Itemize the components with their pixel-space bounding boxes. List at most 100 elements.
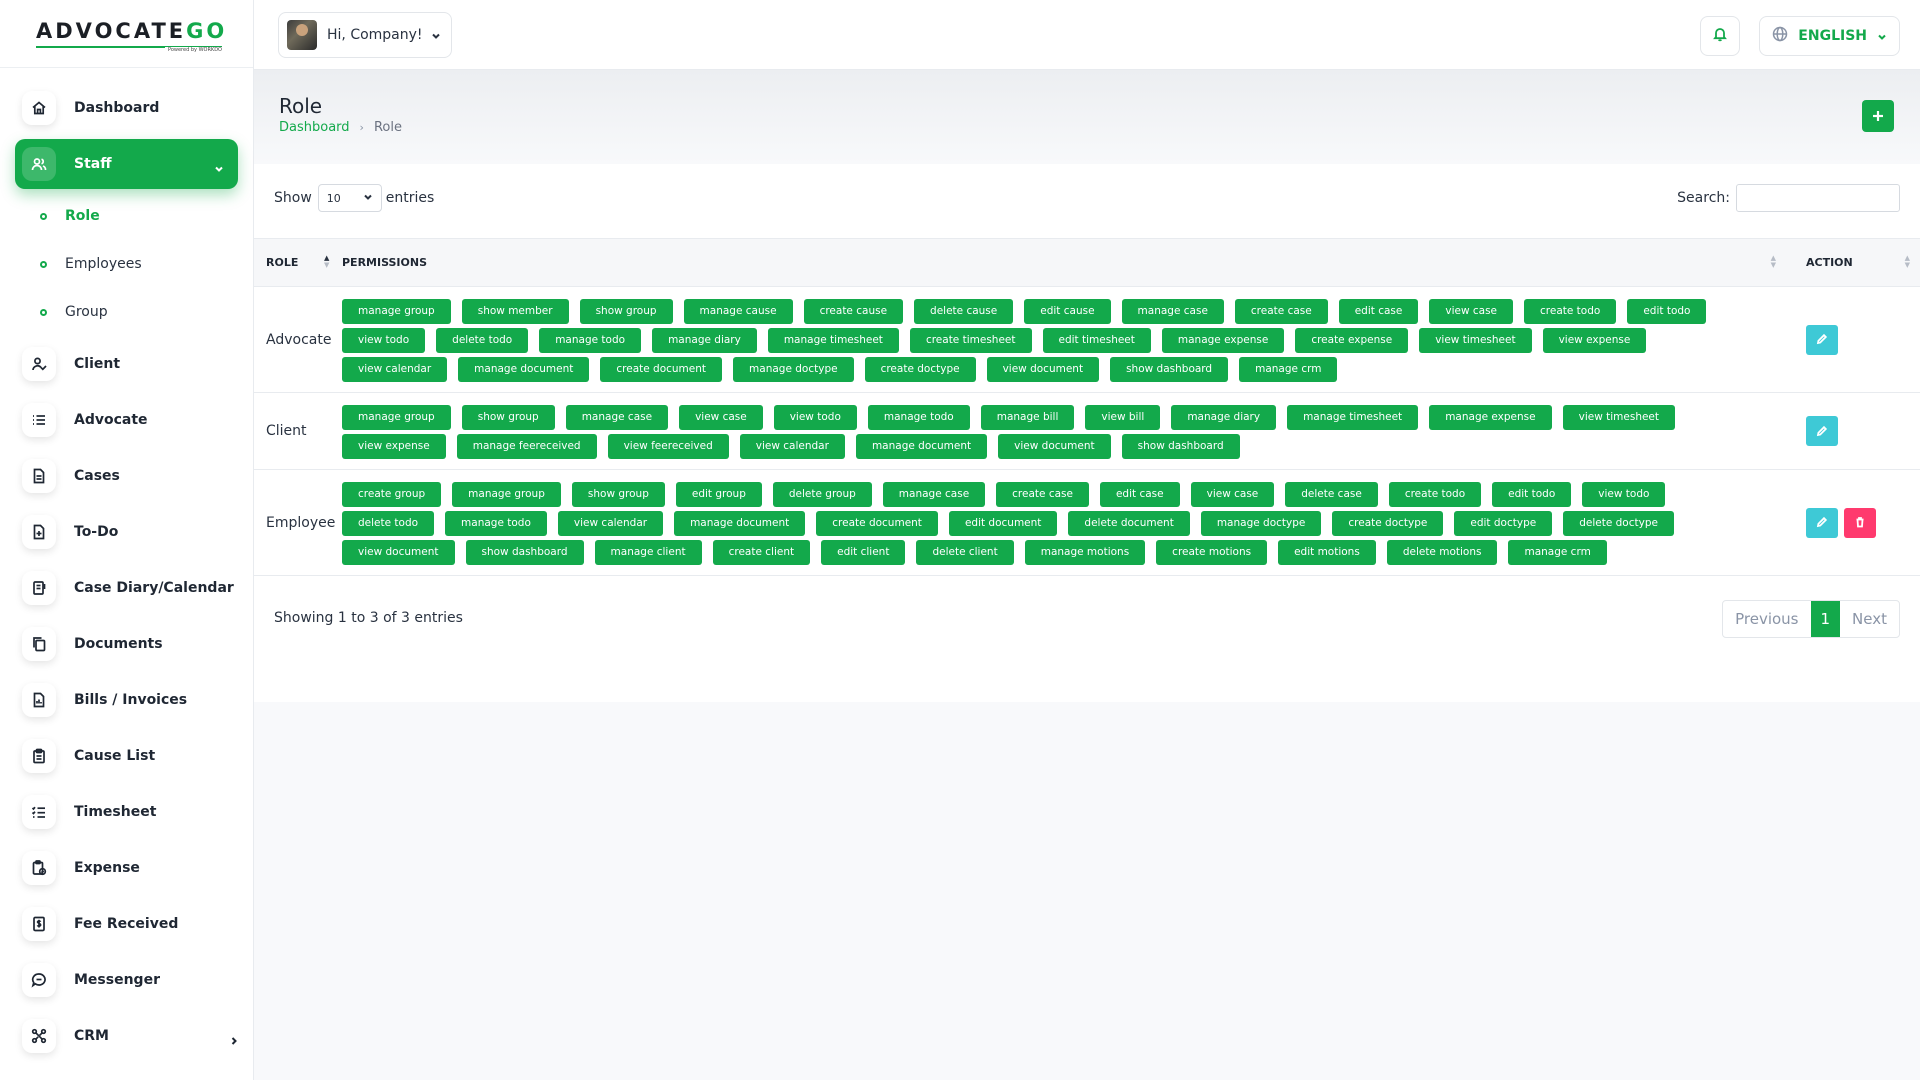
sidebar-item-staff[interactable]: Staff (15, 139, 238, 189)
delete-role-button[interactable] (1844, 507, 1876, 538)
sidebar-item-to-do[interactable]: To-Do (0, 504, 253, 560)
sidebar-item-label: Case Diary/Calendar (74, 580, 234, 596)
edit-role-button[interactable] (1806, 416, 1838, 446)
sidebar-item-messenger[interactable]: Messenger (0, 952, 253, 1008)
breadcrumb-current: Role (373, 120, 402, 135)
sidebar-item-advocate[interactable]: Advocate (0, 392, 253, 448)
permission-badge: edit client (821, 540, 906, 565)
plus-icon (1872, 107, 1884, 126)
permission-badge: create document (600, 357, 723, 382)
language-selector[interactable]: ENGLISH (1759, 16, 1900, 56)
permission-badge: show dashboard (1121, 434, 1240, 459)
sidebar-item-documents[interactable]: Documents (0, 616, 253, 672)
permission-badge: delete motions (1386, 540, 1498, 565)
permission-badge: delete cause (914, 299, 1014, 324)
permission-badge: show dashboard (1110, 357, 1229, 382)
checklist-icon (22, 795, 56, 829)
sidebar-subitem-label: Group (65, 304, 108, 320)
breadcrumb-separator: › (359, 121, 364, 134)
sidebar-subitem-label: Employees (65, 256, 142, 272)
permission-badge: manage group (452, 482, 561, 507)
edit-role-button[interactable] (1806, 507, 1838, 538)
table-header-row: ROLE ▲ ▼ PERMISSIONS ▲ ▼ ACTION ▲ ▼ (254, 238, 1920, 287)
sidebar-item-label: Fee Received (74, 916, 179, 932)
permission-badge: create cause (803, 299, 904, 324)
permission-badge: edit motions (1278, 540, 1376, 565)
sidebar-item-label: Staff (74, 156, 112, 172)
page-title: Role (279, 94, 323, 118)
sidebar-subitem-employees[interactable]: Employees (0, 240, 253, 288)
permission-badge: view calendar (342, 357, 448, 382)
permission-badge: manage diary (1171, 405, 1277, 430)
permission-badge: manage cause (683, 299, 793, 324)
role-name: Employee (266, 514, 336, 531)
sidebar-item-label: Timesheet (74, 804, 157, 820)
permission-badge: delete document (1068, 511, 1190, 536)
page-1-button[interactable]: 1 (1810, 601, 1841, 637)
breadcrumb-dashboard-link[interactable]: Dashboard (279, 120, 350, 135)
sidebar-item-expense[interactable]: Expense (0, 840, 253, 896)
sidebar-item-bills-invoices[interactable]: Bills / Invoices (0, 672, 253, 728)
search: Search: (1677, 184, 1900, 212)
column-header-role[interactable]: ROLE ▲ ▼ (254, 239, 342, 287)
table-footer: Showing 1 to 3 of 3 entries Previous 1 N… (254, 576, 1920, 660)
sidebar-item-fee-received[interactable]: Fee Received (0, 896, 253, 952)
permission-badge: manage todo (867, 405, 970, 430)
bullet-icon (40, 212, 47, 220)
previous-page-button[interactable]: Previous (1723, 601, 1810, 637)
sidebar: ADVOCATEGO Powered by WORKDO Dashboard St… (0, 0, 254, 1080)
sidebar-subitem-role[interactable]: Role (0, 192, 253, 240)
permission-badge: manage document (674, 511, 806, 536)
entries-label: entries (385, 190, 435, 206)
permission-badge: delete case (1285, 482, 1378, 507)
avatar (287, 20, 317, 50)
permission-badge: edit case (1338, 299, 1419, 324)
permissions-cell: manage group show member show group manage … (342, 287, 1790, 393)
next-page-button[interactable]: Next (1840, 601, 1899, 637)
sidebar-subitem-label: Role (65, 208, 100, 224)
permission-badge: manage crm (1239, 357, 1338, 382)
sidebar-item-timesheet[interactable]: Timesheet (0, 784, 253, 840)
add-role-button[interactable] (1862, 100, 1894, 132)
globe-icon (1772, 26, 1788, 46)
permission-badge: show group (461, 405, 555, 430)
permissions-cell: create group manage group show group edit g… (342, 470, 1790, 576)
file-plus-icon (22, 515, 56, 549)
column-header-action[interactable]: ACTION ▲ ▼ (1790, 239, 1920, 287)
sidebar-item-dashboard[interactable]: Dashboard (0, 80, 253, 136)
sort-icon: ▲ ▼ (1904, 254, 1910, 269)
file-icon (22, 459, 56, 493)
search-label: Search: (1677, 190, 1730, 206)
permission-badge: manage doctype (733, 357, 854, 382)
search-input[interactable] (1736, 184, 1900, 212)
edit-role-button[interactable] (1806, 324, 1838, 355)
sidebar-item-label: Client (74, 356, 121, 372)
sidebar-item-case-diary-calendar[interactable]: Case Diary/Calendar (0, 560, 253, 616)
permission-badge: show group (571, 482, 665, 507)
table-row: Advocate manage group show member show grou… (254, 287, 1920, 393)
table-row: Client manage group show group manage case v… (254, 393, 1920, 470)
sidebar-subitem-group[interactable]: Group (0, 288, 253, 336)
sidebar-item-client[interactable]: Client (0, 336, 253, 392)
sidebar-item-crm[interactable]: CRM (0, 1008, 253, 1064)
permission-badge: manage client (594, 540, 702, 565)
permission-badge: create timesheet (909, 328, 1032, 353)
permission-badge: manage case (1121, 299, 1224, 324)
permission-badge: delete client (916, 540, 1014, 565)
sidebar-item-cause-list[interactable]: Cause List (0, 728, 253, 784)
user-menu[interactable]: Hi, Company! (278, 12, 452, 58)
top-header: Hi, Company! ENGLISH (254, 0, 1920, 70)
brand-logo[interactable]: ADVOCATEGO Powered by WORKDO (0, 0, 253, 68)
permission-badge: view feereceived (607, 434, 729, 459)
permission-badge: view todo (1582, 482, 1666, 507)
bullet-icon (40, 260, 47, 268)
sidebar-item-cases[interactable]: Cases (0, 448, 253, 504)
permission-badge: manage group (342, 299, 451, 324)
permission-badge: manage expense (1429, 405, 1552, 430)
permission-badge: manage feereceived (456, 434, 597, 459)
role-name: Client (266, 423, 307, 439)
role-name: Advocate (266, 331, 332, 348)
entries-per-page-select[interactable]: 10 (317, 184, 382, 212)
notification-bell-button[interactable] (1700, 16, 1740, 56)
column-header-permissions[interactable]: PERMISSIONS ▲ ▼ (342, 239, 1790, 287)
